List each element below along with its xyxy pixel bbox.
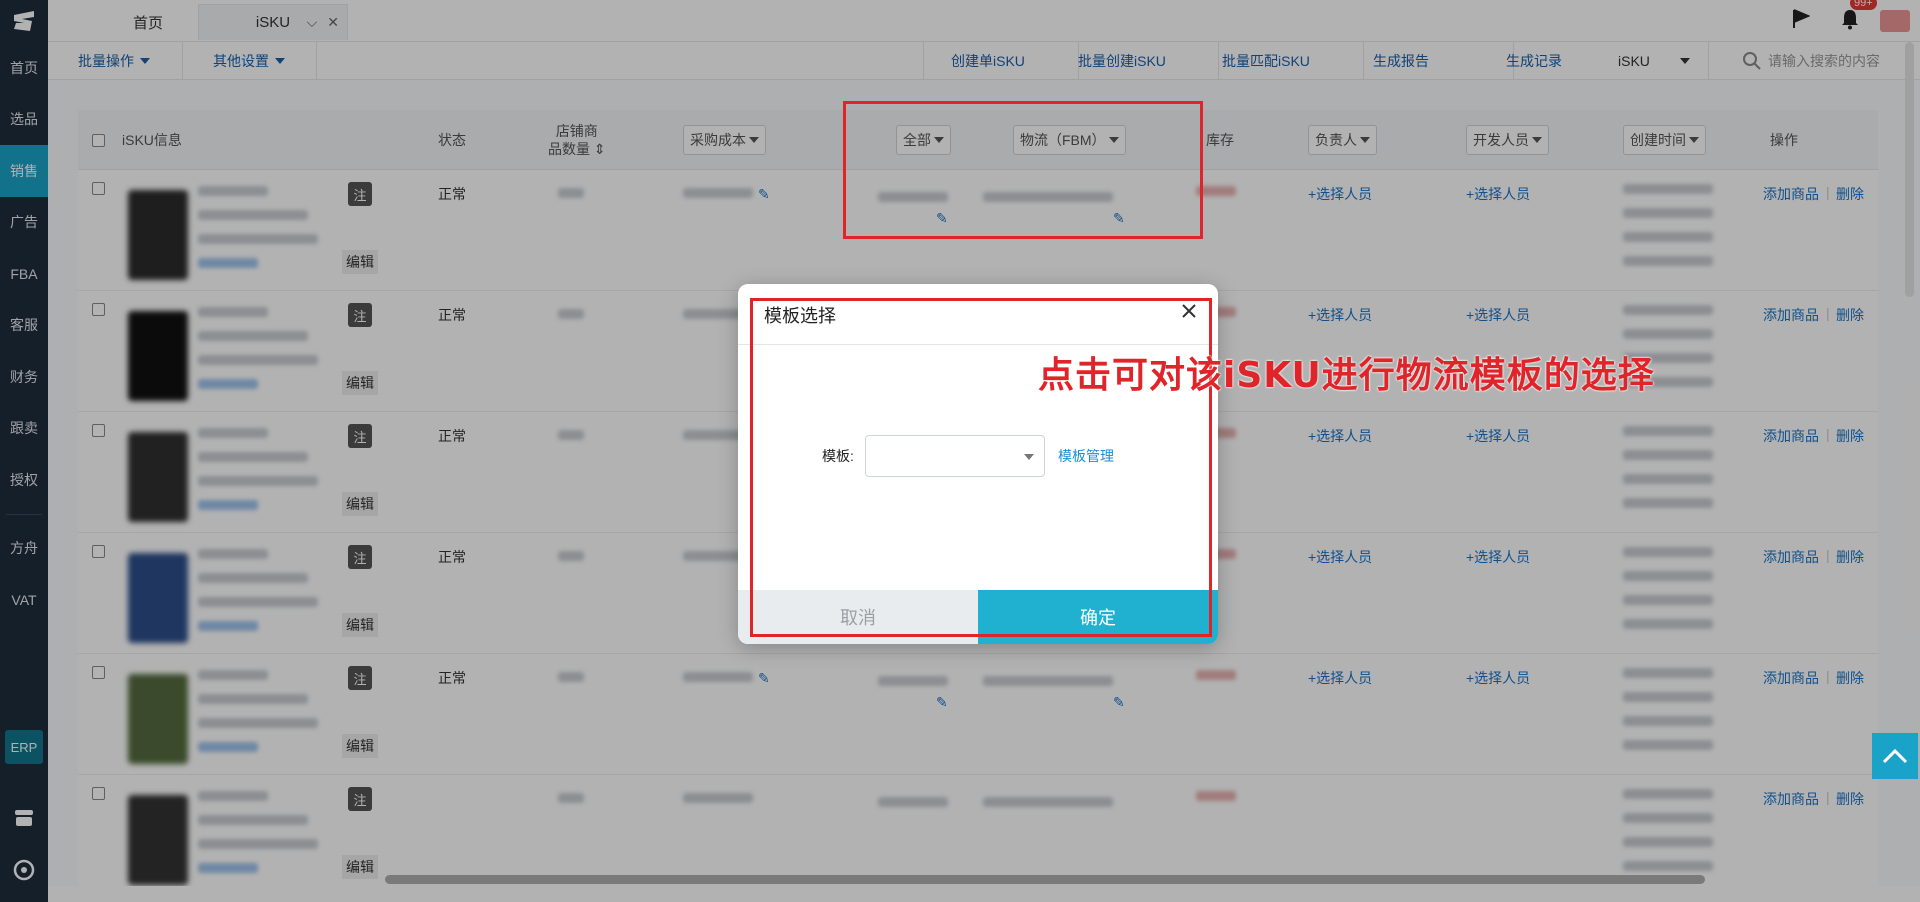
horizontal-scrollbar[interactable]: [385, 875, 1705, 884]
annotation-box-header: [843, 101, 1203, 239]
back-to-top-button[interactable]: [1872, 733, 1918, 779]
chevron-up-icon: [1882, 748, 1908, 764]
annotation-text: 点击可对该iSKU进行物流模板的选择: [1038, 355, 1655, 396]
vertical-scrollbar[interactable]: [1905, 42, 1914, 297]
